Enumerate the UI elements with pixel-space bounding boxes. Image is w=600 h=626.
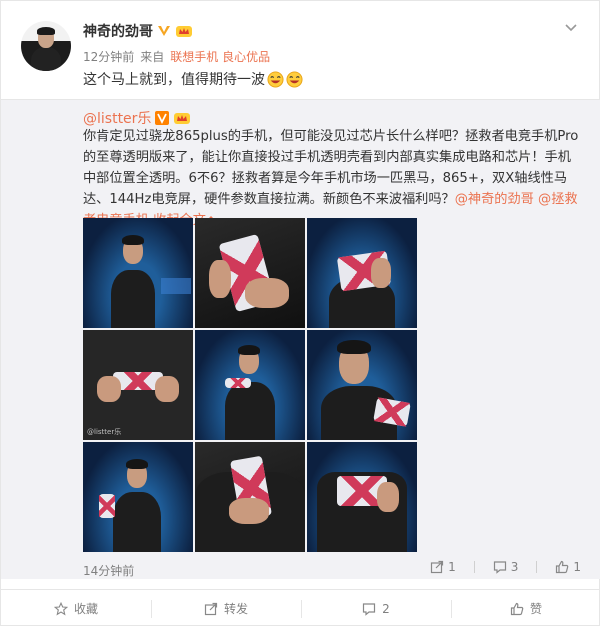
photo-thumbnail[interactable] bbox=[307, 218, 417, 328]
repost-comment-button[interactable]: 3 bbox=[493, 560, 519, 574]
author-row: 神奇的劲哥 bbox=[83, 21, 193, 41]
like-label: 赞 bbox=[529, 602, 542, 616]
repost-comment-count: 3 bbox=[510, 560, 519, 574]
comment-icon bbox=[493, 561, 506, 574]
post-content: 这个马上就到，值得期待一波 bbox=[83, 69, 303, 89]
photo-thumbnail[interactable] bbox=[195, 218, 305, 328]
weibo-card: 神奇的劲哥 12分钟前 来自 联想手机 良心优品 这个马上就到，值得期待一波 @… bbox=[0, 0, 600, 626]
repost-text: 你肯定见过骁龙865plus的手机，但可能没见过芯片长什么样吧？拯救者电竞手机P… bbox=[83, 126, 579, 231]
photo-thumbnail[interactable] bbox=[195, 330, 305, 440]
favorite-label: 收藏 bbox=[73, 602, 98, 616]
photo-thumbnail[interactable] bbox=[307, 442, 417, 552]
divider bbox=[473, 561, 475, 573]
photo-watermark: @listter乐 bbox=[87, 428, 122, 436]
photo-thumbnail[interactable] bbox=[83, 218, 193, 328]
photo-thumbnail[interactable]: @listter乐 bbox=[83, 330, 193, 440]
post-meta: 12分钟前 来自 联想手机 良心优品 bbox=[83, 48, 270, 65]
author-name[interactable]: 神奇的劲哥 bbox=[83, 21, 153, 41]
like-button[interactable]: 赞 bbox=[451, 590, 600, 626]
like-icon bbox=[556, 560, 569, 574]
verified-v-icon bbox=[155, 111, 170, 125]
laughing-emoji-icon bbox=[286, 70, 303, 88]
favorite-button[interactable]: 收藏 bbox=[1, 590, 151, 626]
laughing-emoji-icon bbox=[267, 70, 284, 88]
forward-button[interactable]: 转发 bbox=[151, 590, 301, 626]
photo-thumbnail[interactable] bbox=[195, 442, 305, 552]
comment-icon bbox=[363, 602, 376, 616]
photo-thumbnail[interactable] bbox=[83, 442, 193, 552]
post-text: 这个马上就到，值得期待一波 bbox=[83, 72, 265, 88]
favorite-star-icon bbox=[53, 601, 68, 615]
post-footer: 收藏 转发 2 赞 bbox=[1, 589, 600, 626]
avatar[interactable] bbox=[21, 21, 71, 71]
photo-thumbnail[interactable] bbox=[307, 330, 417, 440]
mention-link[interactable]: @神奇的劲哥 bbox=[455, 192, 534, 207]
crown-badge-icon[interactable] bbox=[173, 111, 191, 125]
repost-author[interactable]: @listter乐 bbox=[83, 108, 151, 128]
post-time[interactable]: 12分钟前 bbox=[83, 48, 134, 65]
comment-button[interactable]: 2 bbox=[301, 590, 451, 626]
verified-v-icon bbox=[158, 26, 170, 36]
forward-label: 转发 bbox=[223, 602, 248, 616]
forward-icon bbox=[204, 602, 218, 615]
repost-time[interactable]: 14分钟前 bbox=[83, 562, 134, 579]
repost-share-count: 1 bbox=[448, 560, 456, 574]
source-link[interactable]: 联想手机 良心优品 bbox=[170, 48, 270, 65]
share-icon bbox=[430, 560, 444, 574]
comment-count: 2 bbox=[382, 601, 390, 616]
source-prefix: 来自 bbox=[140, 50, 165, 64]
repost-actions: 1 3 1 bbox=[430, 560, 581, 574]
repost-share-button[interactable]: 1 bbox=[430, 560, 456, 574]
repost-like-button[interactable]: 1 bbox=[555, 560, 581, 574]
crown-badge-icon[interactable] bbox=[175, 24, 193, 38]
chevron-down-icon[interactable] bbox=[563, 19, 579, 35]
repost-author-row: @listter乐 bbox=[83, 108, 191, 128]
repost-box: @listter乐 你肯定见过骁龙865plus的手机，但可能没见过芯片长什么样… bbox=[1, 99, 600, 579]
photo-grid: @listter乐 bbox=[83, 218, 417, 552]
like-icon bbox=[510, 602, 524, 615]
divider bbox=[536, 561, 538, 573]
repost-like-count: 1 bbox=[573, 560, 581, 574]
